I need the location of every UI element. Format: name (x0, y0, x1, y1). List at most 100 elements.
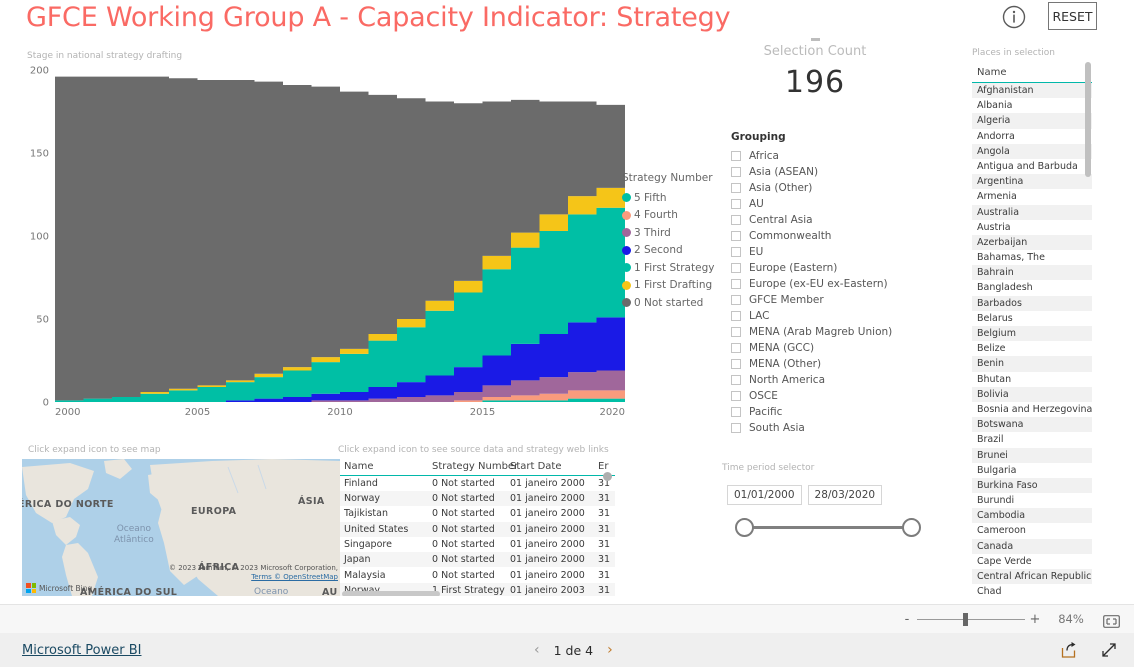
place-list-item[interactable]: Bosnia and Herzegovina (972, 402, 1092, 417)
place-list-item[interactable]: Antigua and Barbuda (972, 159, 1092, 174)
checkbox-icon[interactable] (731, 199, 741, 209)
date-range-slider[interactable] (730, 518, 921, 538)
grouping-option[interactable]: Commonwealth (731, 228, 931, 244)
checkbox-icon[interactable] (731, 215, 741, 225)
places-list[interactable]: Afghanistan Albania Algeria Andorra Angola An… (972, 83, 1092, 603)
grouping-option[interactable]: Asia (ASEAN) (731, 164, 931, 180)
checkbox-icon[interactable] (731, 295, 741, 305)
place-list-item[interactable]: Burundi (972, 493, 1092, 508)
place-list-item[interactable]: Belize (972, 341, 1092, 356)
place-list-item[interactable]: Austria (972, 220, 1092, 235)
expand-arrows-icon[interactable] (1100, 641, 1118, 659)
place-list-item[interactable]: Belgium (972, 326, 1092, 342)
checkbox-icon[interactable] (731, 311, 741, 321)
start-date-input[interactable]: 01/01/2000 (727, 485, 802, 505)
column-header-name[interactable]: Name (340, 459, 428, 476)
time-period-selector[interactable]: Time period selector 01/01/2000 28/03/20… (722, 463, 937, 538)
checkbox-icon[interactable] (731, 391, 741, 401)
end-date-input[interactable]: 28/03/2020 (807, 485, 883, 505)
stacked-area-chart[interactable]: 0 50 100 150 200 2000 2005 2010 2015 2020 (20, 64, 630, 424)
place-list-item[interactable]: Botswana (972, 417, 1092, 433)
checkbox-icon[interactable] (731, 327, 741, 337)
legend-item[interactable]: 5 Fifth (622, 189, 742, 207)
grouping-option[interactable]: AU (731, 196, 931, 212)
place-list-item[interactable]: Benin (972, 356, 1092, 372)
map-attribution-links[interactable]: Terms © OpenStreetMap (251, 573, 338, 581)
table-row[interactable]: Norway 0 Not started 01 janeiro 2000 31 (340, 491, 615, 507)
chart-plot-area[interactable]: 0 50 100 150 200 2000 2005 2010 2015 2020 (20, 64, 630, 424)
place-list-item[interactable]: Bahamas, The (972, 250, 1092, 265)
grouping-option[interactable]: MENA (GCC) (731, 340, 931, 356)
grouping-option[interactable]: Europe (Eastern) (731, 260, 931, 276)
place-list-item[interactable]: Bangladesh (972, 280, 1092, 295)
fit-to-page-icon[interactable] (1103, 613, 1120, 628)
checkbox-icon[interactable] (731, 279, 741, 289)
checkbox-icon[interactable] (731, 375, 741, 385)
zoom-out-button[interactable]: - (899, 612, 915, 627)
grouping-option[interactable]: Europe (ex-EU ex-Eastern) (731, 276, 931, 292)
place-list-item[interactable]: Bolivia (972, 386, 1092, 402)
grouping-option[interactable]: Central Asia (731, 212, 931, 228)
checkbox-icon[interactable] (731, 183, 741, 193)
table-row[interactable]: Japan 0 Not started 01 janeiro 2000 31 (340, 552, 615, 568)
place-list-item[interactable]: Andorra (972, 129, 1092, 144)
grouping-option[interactable]: GFCE Member (731, 292, 931, 308)
place-list-item[interactable]: Afghanistan (972, 83, 1092, 99)
grouping-option[interactable]: Africa (731, 148, 931, 164)
legend-item[interactable]: 4 Fourth (622, 207, 742, 225)
place-list-item[interactable]: Algeria (972, 113, 1092, 129)
places-scrollbar[interactable] (1085, 62, 1091, 602)
place-list-item[interactable]: Azerbaijan (972, 234, 1092, 251)
table-row[interactable]: Tajikistan 0 Not started 01 janeiro 2000 31 (340, 506, 615, 521)
place-list-item[interactable]: Armenia (972, 189, 1092, 204)
place-list-item[interactable]: Belarus (972, 311, 1092, 326)
checkbox-icon[interactable] (731, 247, 741, 257)
place-list-item[interactable]: Albania (972, 98, 1092, 113)
table-row[interactable]: Malaysia 0 Not started 01 janeiro 2000 31 (340, 567, 615, 582)
place-list-item[interactable]: Canada (972, 538, 1092, 554)
reset-button[interactable]: RESET (1048, 2, 1097, 30)
places-column-header[interactable]: Name (972, 65, 1092, 83)
table-row[interactable]: United States 0 Not started 01 janeiro 200… (340, 521, 615, 537)
zoom-slider[interactable] (917, 612, 1025, 626)
place-list-item[interactable]: Australia (972, 204, 1092, 220)
column-header-start-date[interactable]: Start Date (506, 459, 594, 476)
legend-item[interactable]: 0 Not started (622, 294, 742, 312)
checkbox-icon[interactable] (731, 423, 741, 433)
grouping-option[interactable]: MENA (Other) (731, 356, 931, 372)
checkbox-icon[interactable] (731, 151, 741, 161)
grouping-slicer[interactable]: Grouping Africa Asia (ASEAN) Asia (Other) A… (731, 131, 931, 436)
place-list-item[interactable]: Bahrain (972, 265, 1092, 281)
legend-item[interactable]: 1 First Drafting (622, 277, 742, 295)
slider-handle-left[interactable] (735, 518, 754, 537)
zoom-in-button[interactable]: + (1027, 612, 1043, 627)
checkbox-icon[interactable] (731, 343, 741, 353)
checkbox-icon[interactable] (731, 167, 741, 177)
grouping-option[interactable]: MENA (Arab Magreb Union) (731, 324, 931, 340)
place-list-item[interactable]: Argentina (972, 174, 1092, 190)
place-list-item[interactable]: Burkina Faso (972, 477, 1092, 494)
grouping-option[interactable]: Pacific (731, 404, 931, 420)
legend-item[interactable]: 3 Third (622, 224, 742, 242)
share-icon[interactable] (1060, 641, 1078, 659)
grouping-option[interactable]: South Asia (731, 420, 931, 436)
place-list-item[interactable]: Angola (972, 143, 1092, 159)
column-header-strategy-number[interactable]: Strategy Number (428, 459, 518, 476)
place-list-item[interactable]: Brunei (972, 447, 1092, 463)
checkbox-icon[interactable] (731, 231, 741, 241)
grouping-option[interactable]: North America (731, 372, 931, 388)
expand-table-icon[interactable] (603, 472, 612, 481)
place-list-item[interactable]: Bulgaria (972, 463, 1092, 478)
legend-item[interactable]: 2 Second (622, 242, 742, 260)
checkbox-icon[interactable] (731, 407, 741, 417)
place-list-item[interactable]: Central African Republic (972, 569, 1092, 585)
place-list-item[interactable]: Cameroon (972, 523, 1092, 538)
info-circle-icon[interactable] (1000, 3, 1028, 31)
table-row[interactable]: Finland 0 Not started 01 janeiro 2000 31 (340, 476, 615, 492)
places-scrollbar-thumb[interactable] (1085, 62, 1091, 177)
zoom-slider-thumb[interactable] (963, 612, 968, 626)
world-map-visual[interactable]: ÉRICA DO NORTE EUROPA ÁSIA ÁFRICA AMÉRIC… (22, 459, 340, 596)
chevron-right-icon[interactable]: › (607, 642, 613, 658)
legend-item[interactable]: 1 First Strategy (622, 259, 742, 277)
place-list-item[interactable]: Bhutan (972, 372, 1092, 387)
